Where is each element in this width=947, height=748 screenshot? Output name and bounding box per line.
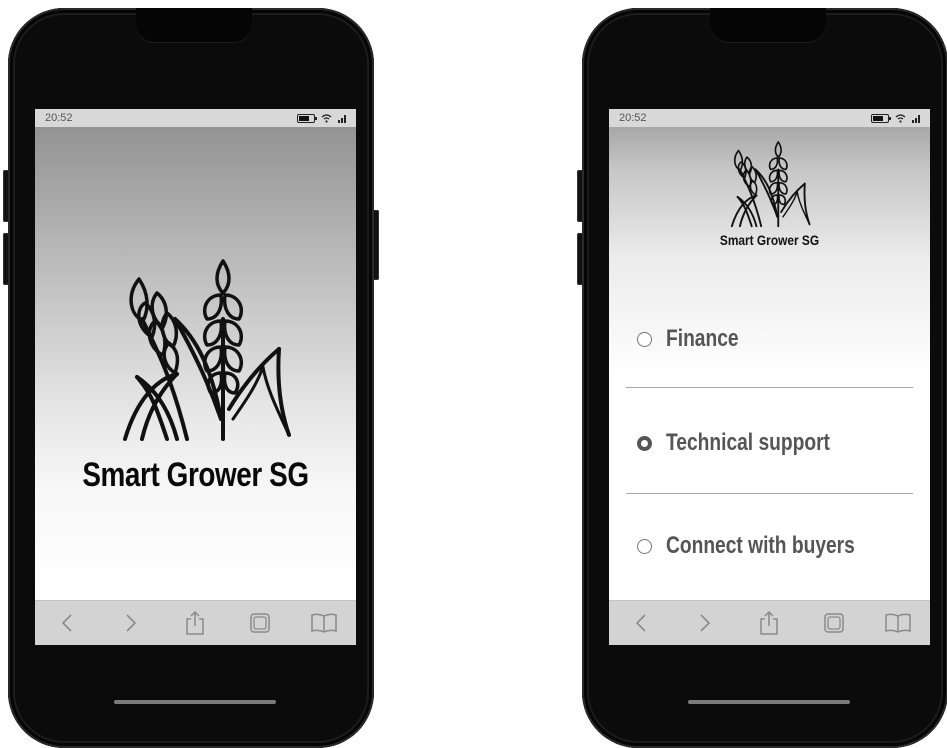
status-time: 20:52 — [45, 112, 73, 124]
wheat-logo — [730, 141, 811, 228]
notch — [710, 8, 826, 42]
status-bar: 20:52 — [609, 109, 930, 127]
back-icon[interactable] — [52, 608, 82, 638]
menu-item-connect-with-buyers[interactable]: Connect with buyers — [626, 524, 914, 568]
signal-icon — [338, 114, 346, 123]
browser-toolbar — [609, 600, 930, 645]
phone-menu: 20:52 Smart Grower SG Finance Technical … — [577, 8, 947, 748]
menu-item-label: Connect with buyers — [666, 532, 855, 559]
radio-button-selected[interactable] — [637, 435, 652, 451]
wheat-logo — [123, 259, 291, 441]
home-indicator[interactable] — [688, 700, 850, 704]
forward-icon[interactable] — [116, 608, 146, 638]
home-indicator[interactable] — [114, 700, 276, 704]
browser-toolbar — [35, 600, 356, 645]
radio-button[interactable] — [637, 331, 652, 347]
back-icon[interactable] — [626, 608, 656, 638]
wifi-icon — [321, 113, 332, 123]
menu-item-technical-support[interactable]: Technical support — [626, 421, 914, 465]
menu-item-label: Technical support — [666, 429, 830, 456]
status-time: 20:52 — [619, 112, 647, 124]
status-bar: 20:52 — [35, 109, 356, 127]
app-title: Smart Grower SG — [719, 232, 820, 248]
divider — [626, 387, 913, 388]
tabs-icon[interactable] — [245, 608, 275, 638]
tabs-icon[interactable] — [819, 608, 849, 638]
divider — [626, 493, 913, 494]
battery-icon — [297, 113, 317, 123]
radio-button[interactable] — [637, 538, 652, 554]
notch — [136, 8, 252, 42]
splash-screen: 20:52 Smart Grower SG — [35, 109, 356, 645]
menu-item-finance[interactable]: Finance — [626, 317, 914, 361]
menu-screen: 20:52 Smart Grower SG Finance Technical … — [609, 109, 930, 645]
phone-splash: 20:52 Smart Grower SG — [3, 8, 379, 748]
share-icon[interactable] — [754, 608, 784, 638]
battery-icon — [871, 113, 891, 123]
bookmarks-icon[interactable] — [883, 608, 913, 638]
app-title: Smart Grower SG — [82, 456, 309, 494]
share-icon[interactable] — [180, 608, 210, 638]
status-icons — [297, 113, 348, 123]
signal-icon — [912, 114, 920, 123]
menu-item-label: Finance — [666, 325, 739, 352]
status-icons — [871, 113, 922, 123]
forward-icon[interactable] — [690, 608, 720, 638]
wifi-icon — [895, 113, 906, 123]
bookmarks-icon[interactable] — [309, 608, 339, 638]
